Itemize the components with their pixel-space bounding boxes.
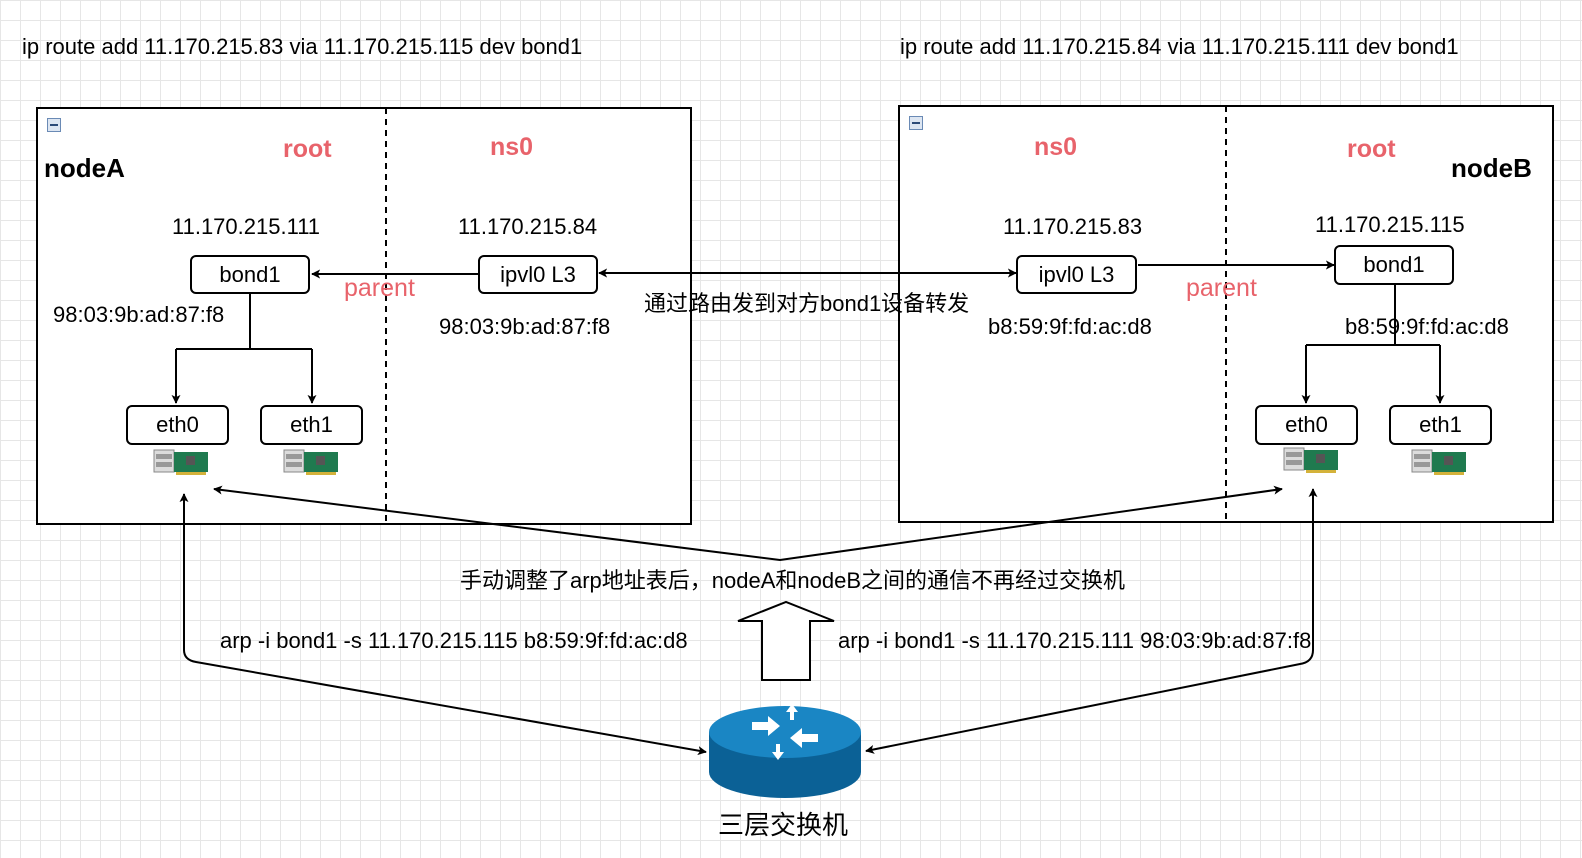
node-b-bond-ip: 11.170.215.115 <box>1315 212 1465 237</box>
node-a-ipvl-ip: 11.170.215.84 <box>458 214 598 239</box>
node-b-root-label: root <box>1347 135 1396 163</box>
router-icon <box>709 704 861 798</box>
node-a-eth0-box[interactable]: eth0 <box>126 405 229 445</box>
switch-link-b <box>865 488 1318 754</box>
node-b-bond-mac: b8:59:9f:fd:ac:d8 <box>1345 314 1509 339</box>
network-card-icon <box>1283 447 1338 473</box>
network-card-icon <box>283 449 338 475</box>
arp-command-right: arp -i bond1 -s 11.170.215.111 98:03:9b:… <box>838 628 1312 653</box>
node-a-parent-label: parent <box>344 274 415 302</box>
node-a-name: nodeA <box>44 153 125 183</box>
node-a-root-label: root <box>283 135 332 163</box>
switch-link-a <box>179 493 707 756</box>
node-a-eth1-box[interactable]: eth1 <box>260 405 363 445</box>
node-b-parent-label: parent <box>1186 274 1257 302</box>
node-a-bond-box[interactable]: bond1 <box>190 255 310 294</box>
switch-label: 三层交换机 <box>718 810 849 840</box>
arp-note: 手动调整了arp地址表后，nodeA和nodeB之间的通信不再经过交换机 <box>460 568 1126 593</box>
node-a-bond-mac: 98:03:9b:ad:87:f8 <box>53 302 225 327</box>
network-card-icon <box>153 449 208 475</box>
node-b-ipvl-mac: b8:59:9f:fd:ac:d8 <box>988 314 1152 339</box>
node-b-ipvl-box[interactable]: ipvl0 L3 <box>1016 255 1137 294</box>
node-a-ipvl-box[interactable]: ipvl0 L3 <box>478 255 598 294</box>
route-forward-note: 通过路由发到对方bond1设备转发 <box>644 291 970 316</box>
bypass-up-arrow <box>737 600 835 681</box>
node-a-bond-ip: 11.170.215.111 <box>172 214 321 239</box>
node-b-ipvl-ip: 11.170.215.83 <box>1003 214 1143 239</box>
arp-command-left: arp -i bond1 -s 11.170.215.115 b8:59:9f:… <box>220 628 688 653</box>
node-b-ns-label: ns0 <box>1034 133 1078 161</box>
node-a-ns-label: ns0 <box>490 133 534 161</box>
node-b-bond-box[interactable]: bond1 <box>1334 245 1454 285</box>
node-b-name: nodeB <box>1451 153 1532 183</box>
network-card-icon <box>1411 449 1466 475</box>
node-a-ipvl-mac: 98:03:9b:ad:87:f8 <box>439 314 611 339</box>
node-b-eth0-box[interactable]: eth0 <box>1255 405 1358 445</box>
direct-path <box>213 485 1283 562</box>
node-b-eth1-box[interactable]: eth1 <box>1389 405 1492 445</box>
